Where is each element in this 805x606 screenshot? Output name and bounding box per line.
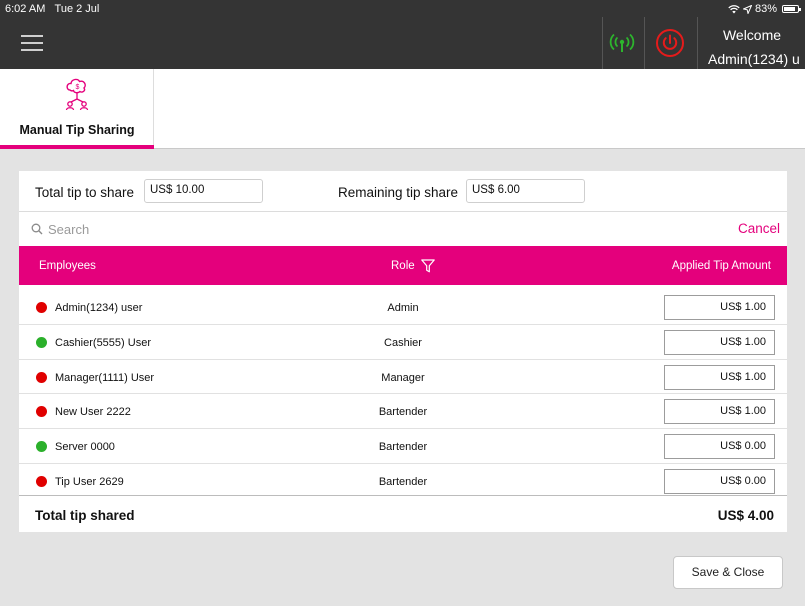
tip-amount-input[interactable]: US$ 1.00 [664, 399, 775, 425]
status-indicators: 83% [728, 3, 801, 15]
search-input[interactable] [48, 219, 548, 239]
employee-list: Admin(1234) user Admin US$ 1.00 Cashier(… [19, 290, 787, 499]
tip-summary-row: Total tip to share US$ 10.00 Remaining t… [19, 171, 787, 212]
applied-tip-amount-column-header: Applied Tip Amount [671, 260, 771, 272]
employee-name: Server 0000 [55, 441, 115, 454]
table-row: Tip User 2629 Bartender US$ 0.00 [19, 464, 787, 499]
employees-column-header: Employees [39, 260, 96, 272]
date-text: Tue 2 Jul [54, 3, 100, 15]
tip-amount-input[interactable]: US$ 1.00 [664, 329, 775, 355]
filter-icon[interactable] [420, 259, 435, 273]
employee-role: Bartender [378, 441, 428, 454]
total-shared-label: Total tip shared [35, 508, 135, 523]
power-icon[interactable] [655, 28, 685, 58]
top-bar: 6:02 AM Tue 2 Jul 83% Welcome Admin(1234… [0, 0, 805, 69]
status-time: 6:02 AM Tue 2 Jul [5, 3, 99, 15]
time-text: 6:02 AM [5, 3, 46, 15]
tab-manual-tip-sharing[interactable]: $ Manual Tip Sharing [0, 69, 154, 149]
employee-role: Bartender [378, 406, 428, 419]
welcome-text: Welcome Admin(1234) u [700, 23, 804, 71]
role-header-label: Role [391, 260, 415, 272]
nav-divider [697, 17, 698, 69]
nav-divider [644, 17, 645, 69]
battery-percent: 83% [754, 3, 777, 15]
location-arrow-icon [742, 4, 752, 14]
tip-amount-input[interactable]: US$ 1.00 [664, 295, 775, 320]
employee-role: Manager [381, 371, 425, 384]
status-dot [36, 336, 47, 348]
role-column-header: Role [391, 259, 435, 273]
search-bar: Cancel [19, 212, 787, 246]
employee-role: Bartender [378, 475, 428, 488]
connection-status-icon[interactable] [604, 28, 640, 58]
search-icon [31, 223, 43, 235]
tip-amount-input[interactable]: US$ 1.00 [664, 364, 775, 390]
total-tip-shared-row: Total tip shared US$ 4.00 [19, 495, 787, 532]
table-row: Manager(1111) User Manager US$ 1.00 [19, 360, 787, 395]
current-user: Admin(1234) u [708, 51, 800, 67]
employee-name: Tip User 2629 [55, 475, 124, 488]
status-dot [36, 302, 47, 313]
svg-text:$: $ [76, 84, 80, 91]
battery-icon [782, 5, 801, 13]
status-dot [36, 406, 47, 418]
table-row: Admin(1234) user Admin US$ 1.00 [19, 290, 787, 325]
tab-bar: $ Manual Tip Sharing [0, 69, 805, 149]
cancel-button[interactable]: Cancel [738, 221, 780, 236]
menu-icon[interactable] [21, 35, 43, 51]
table-header: Employees Role Applied Tip Amount [19, 246, 787, 285]
employee-name: New User 2222 [55, 406, 131, 419]
total-tip-field[interactable]: US$ 10.00 [144, 179, 263, 203]
status-dot [36, 441, 47, 453]
tab-label: Manual Tip Sharing [19, 123, 135, 137]
table-row: New User 2222 Bartender US$ 1.00 [19, 394, 787, 430]
wifi-icon [728, 4, 740, 13]
total-shared-value: US$ 4.00 [717, 508, 774, 523]
remaining-tip-field[interactable]: US$ 6.00 [466, 179, 585, 203]
tip-sharing-panel: Total tip to share US$ 10.00 Remaining t… [19, 171, 787, 532]
table-row: Cashier(5555) User Cashier US$ 1.00 [19, 325, 787, 360]
remaining-tip-label: Remaining tip share [338, 185, 459, 200]
tip-amount-input[interactable]: US$ 0.00 [664, 468, 775, 494]
active-tab-indicator [0, 145, 154, 149]
save-and-close-button[interactable]: Save & Close [673, 556, 783, 589]
employee-name: Cashier(5555) User [55, 336, 151, 349]
tip-amount-input[interactable]: US$ 0.00 [664, 434, 775, 460]
tip-sharing-icon: $ [65, 78, 89, 111]
employee-name: Manager(1111) User [55, 371, 155, 384]
employee-name: Admin(1234) user [55, 302, 143, 314]
total-tip-label: Total tip to share [35, 185, 135, 200]
table-row: Server 0000 Bartender US$ 0.00 [19, 429, 787, 464]
employee-role: Admin [387, 302, 419, 314]
employee-role: Cashier [384, 336, 422, 349]
welcome-label: Welcome [722, 27, 782, 43]
status-dot [36, 475, 47, 487]
status-dot [36, 371, 47, 383]
nav-divider [602, 17, 603, 69]
